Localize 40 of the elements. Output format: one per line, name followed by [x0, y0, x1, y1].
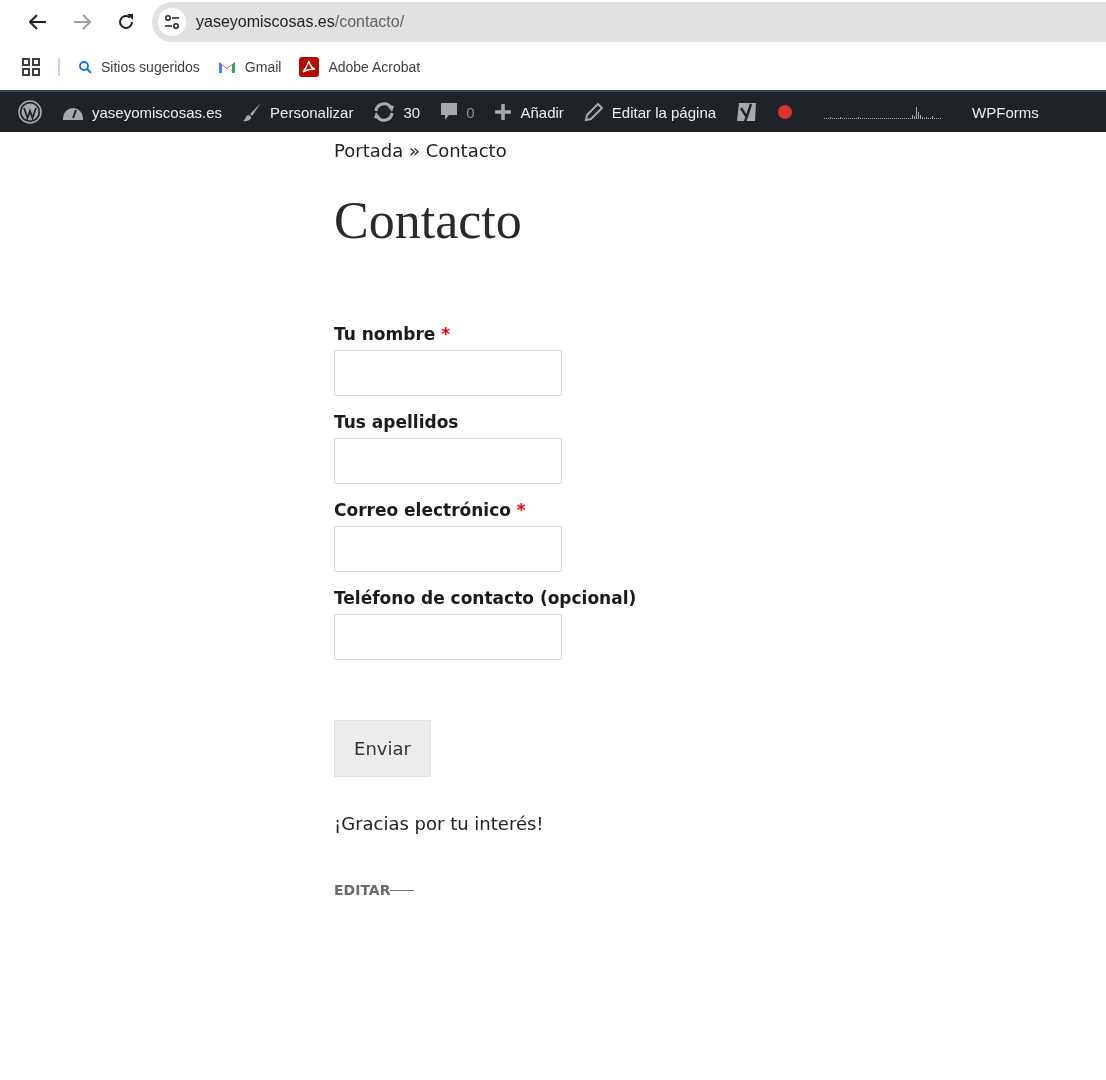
- breadcrumb: Portada » Contacto: [334, 140, 508, 161]
- wordpress-logo-icon[interactable]: [18, 100, 42, 124]
- admin-bar-link[interactable]: Añadir: [520, 103, 564, 121]
- admin-bar-link[interactable]: Editar la página: [611, 103, 717, 121]
- field-label: Correo electrónico *: [334, 500, 527, 520]
- address-bar[interactable]: yaseyomiscosas.es/contacto/: [152, 2, 1106, 42]
- page-title: Contacto: [334, 191, 523, 250]
- bookmark[interactable]: Gmail: [217, 59, 282, 75]
- admin-bar-link[interactable]: yaseyomiscosas.es: [92, 103, 223, 121]
- url-text: yaseyomiscosas.es/contacto/: [196, 13, 405, 31]
- input-field[interactable]: [334, 438, 562, 484]
- input-field[interactable]: [334, 350, 562, 396]
- pdf-logo-icon: [299, 57, 320, 77]
- admin-bar-link[interactable]: Personalizar: [270, 103, 354, 121]
- forward-arrow-icon[interactable]: [73, 14, 91, 30]
- thank-you-message: ¡Gracias por tu interés!: [334, 813, 545, 834]
- reload-icon[interactable]: [117, 13, 135, 31]
- input-field[interactable]: [334, 614, 562, 660]
- seo-score-dot-icon: [778, 105, 793, 119]
- mail-logo-icon: [217, 60, 236, 74]
- submit-button[interactable]: Enviar: [334, 720, 431, 777]
- site-settings-icon[interactable]: [158, 8, 186, 36]
- admin-bar-link[interactable]: WPForms: [972, 103, 1039, 121]
- refresh-icon: [373, 102, 396, 122]
- admin-bar-link[interactable]: 30: [403, 103, 421, 121]
- field-label: Tu nombre *: [334, 324, 452, 344]
- pencil-icon: [583, 102, 604, 122]
- plus-icon: [494, 103, 513, 121]
- field-label: Teléfono de contacto (opcional): [334, 588, 638, 608]
- input-field[interactable]: [334, 526, 562, 572]
- edit-link[interactable]: EDITAR: [334, 882, 391, 898]
- search-icon: [78, 60, 92, 74]
- admin-bar-link[interactable]: 0: [466, 103, 475, 121]
- field-label: Tus apellidos: [334, 412, 460, 432]
- bookmark[interactable]: Sitios sugeridos: [78, 59, 200, 75]
- comment-icon: [440, 102, 459, 122]
- back-arrow-icon[interactable]: [29, 14, 47, 30]
- apps-grid-icon[interactable]: [22, 58, 40, 76]
- yoast-logo-icon[interactable]: [736, 100, 759, 124]
- bookmark[interactable]: Adobe Acrobat: [299, 57, 421, 77]
